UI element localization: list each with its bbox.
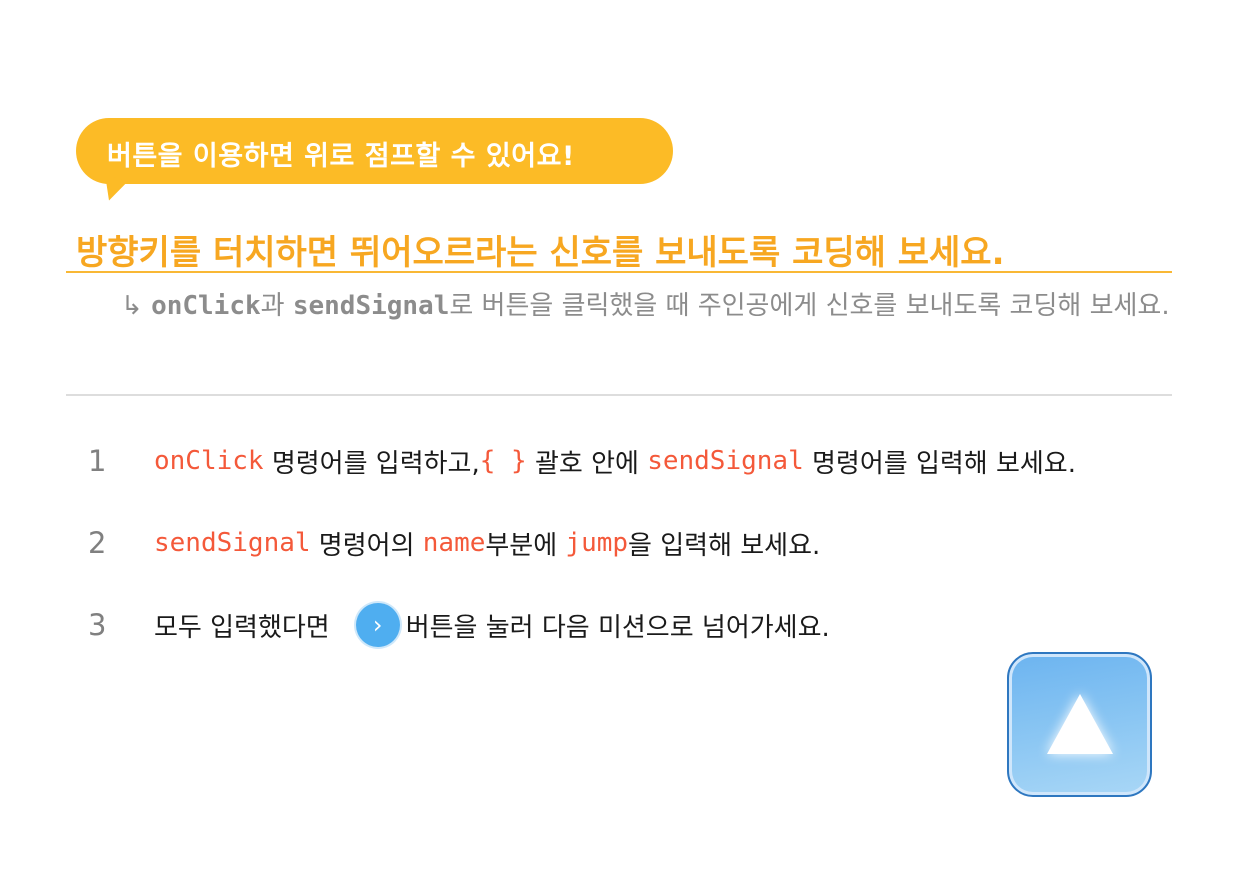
step-text-part: 부분에 [485,530,566,561]
up-triangle-icon [1047,694,1113,754]
step-text: onClick 명령어를 입력하고, { } 괄호 안에 sendSignal … [154,443,1076,480]
code-jump: jump [565,528,629,558]
next-mission-icon: › [355,603,400,647]
subtitle-text-2: 로 버튼을 클릭했을 때 주인공에게 신호를 보내도록 코딩해 보세요. [449,291,1170,321]
jump-button[interactable] [1007,652,1152,797]
step-number: 1 [88,444,107,478]
step-text-part: 명령어의 [310,530,423,561]
code-name: name [422,528,486,558]
return-arrow-icon: ↳ [121,291,143,321]
step-number: 2 [88,526,107,560]
hint-bubble-text: 버튼을 이용하면 위로 점프할 수 있어요! [107,141,575,172]
subtitle-code-sendsignal: sendSignal [292,291,450,321]
heading-underline [66,271,1172,273]
subtitle-text-1: 과 [260,291,293,321]
step-number: 3 [88,608,107,642]
step-text: sendSignal 명령어의 name 부분에 jump 을 입력해 보세요. [154,525,820,562]
step-text-part: 모두 입력했다면 [154,612,330,643]
code-braces: { } [479,446,527,476]
subtitle-code-onclick: onClick [151,291,261,321]
code-sendsignal: sendSignal [154,528,311,558]
step-text-part: 명령어를 입력해 보세요. [803,448,1076,479]
step-text: 모두 입력했다면 › 버튼을 눌러 다음 미션으로 넘어가세요. [154,603,830,647]
code-onclick: onClick [154,446,264,476]
step-text-part: 을 입력해 보세요. [628,530,821,561]
section-divider [66,394,1172,396]
mission-subtitle: ↳ onClick과 sendSignal로 버튼을 클릭했을 때 주인공에게 … [121,282,1171,331]
step-text-part: 버튼을 눌러 다음 미션으로 넘어가세요. [405,612,830,643]
step-text-part: 괄호 안에 [526,448,648,479]
mission-heading: 방향키를 터치하면 뛰어오르라는 신호를 보내도록 코딩해 보세요. [76,233,1005,273]
code-sendsignal: sendSignal [647,446,804,476]
step-text-part: 명령어를 입력하고, [263,448,480,479]
